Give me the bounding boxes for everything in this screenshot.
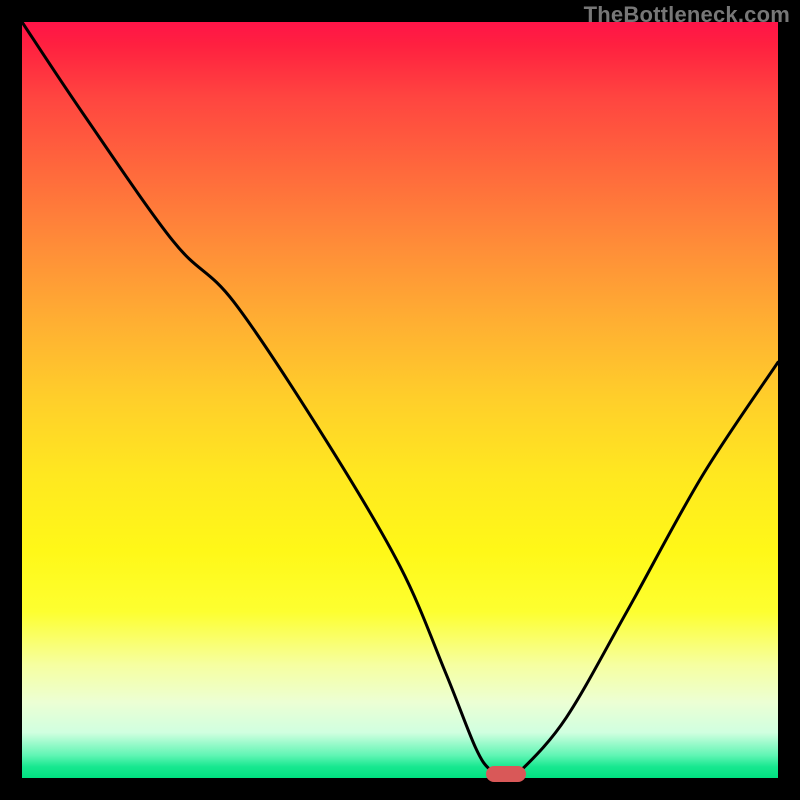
- bottleneck-curve: [22, 22, 778, 778]
- chart-frame: TheBottleneck.com: [0, 0, 800, 800]
- watermark-text: TheBottleneck.com: [584, 2, 790, 28]
- plot-area: [22, 22, 778, 778]
- optimal-marker: [486, 766, 526, 782]
